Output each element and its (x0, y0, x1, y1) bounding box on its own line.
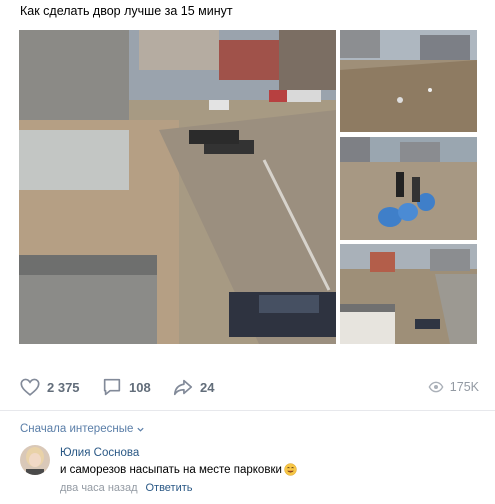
post-photo-2[interactable] (340, 30, 477, 132)
reply-button[interactable]: Ответить (145, 482, 192, 494)
post-title: Как сделать двор лучше за 15 минут (20, 4, 233, 18)
views-count: 175K (449, 380, 479, 394)
post-photo-main[interactable] (19, 30, 336, 344)
eye-icon (428, 381, 444, 393)
post-actions-bar: 2 375 108 24 175K (19, 374, 479, 400)
share-arrow-icon (173, 379, 193, 396)
comment-author-link[interactable]: Юлия Соснова (60, 447, 139, 459)
comment-body: и саморезов насыпать на месте парковки (60, 463, 282, 476)
divider (0, 410, 495, 411)
views-counter: 175K (428, 374, 479, 400)
comment-text: и саморезов насыпать на месте парковки (60, 463, 297, 476)
avatar[interactable] (20, 445, 50, 475)
post-photo-4[interactable] (340, 244, 477, 344)
comment-button[interactable]: 108 (101, 374, 151, 400)
sort-label: Сначала интересные (20, 423, 134, 435)
comment-meta: два часа назад Ответить (60, 482, 193, 494)
cleanup-photo-image (340, 137, 477, 240)
post-photo-3[interactable] (340, 137, 477, 240)
clean-yard-photo-image (340, 244, 477, 344)
comment-time: два часа назад (60, 482, 138, 494)
chevron-down-icon (137, 427, 144, 432)
comment-count: 108 (129, 379, 151, 395)
trash-photo-image (340, 30, 477, 132)
smiley-emoji-icon (284, 463, 297, 476)
comment-item: Юлия Соснова и саморезов насыпать на мес… (20, 445, 485, 500)
yard-photo-image (19, 30, 336, 344)
share-button[interactable]: 24 (172, 374, 214, 400)
comment-icon (103, 378, 121, 396)
heart-icon (20, 378, 40, 396)
share-count: 24 (200, 379, 215, 395)
like-button[interactable]: 2 375 (19, 374, 80, 400)
comments-sort-dropdown[interactable]: Сначала интересные (20, 423, 145, 435)
like-count: 2 375 (47, 379, 80, 395)
user-avatar-image (20, 445, 50, 475)
